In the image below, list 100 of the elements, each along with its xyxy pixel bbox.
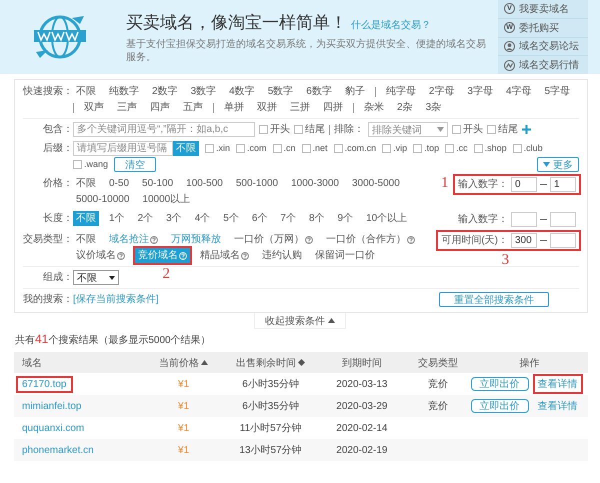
filter-option[interactable]: 纯字母 xyxy=(382,84,419,99)
checkbox[interactable] xyxy=(272,144,282,153)
checkbox[interactable] xyxy=(259,125,268,134)
filter-option[interactable]: 10000以上 xyxy=(139,192,194,207)
checkbox[interactable] xyxy=(474,144,483,153)
checkbox[interactable] xyxy=(294,125,303,134)
side-link[interactable]: 委托购买 xyxy=(519,20,559,35)
checkbox-label: .shop xyxy=(484,142,507,155)
filter-option[interactable]: 纯数字 xyxy=(106,84,142,99)
filter-option[interactable]: 三声 xyxy=(114,100,140,115)
checkbox[interactable] xyxy=(445,144,454,153)
filter-option[interactable]: 2个 xyxy=(134,211,156,226)
filter-option[interactable]: 杂米 xyxy=(361,100,387,115)
filter-option[interactable]: 不限 xyxy=(73,232,99,247)
filter-option[interactable]: 双声 xyxy=(81,100,107,115)
filter-option[interactable]: 2字母 xyxy=(426,84,458,99)
filter-option[interactable]: 10个以上 xyxy=(363,211,410,226)
side-link[interactable]: 我要卖域名 xyxy=(519,2,569,16)
checkbox[interactable] xyxy=(205,144,214,153)
number-field[interactable]: 1 xyxy=(550,177,576,192)
filter-option[interactable]: 单拼 xyxy=(221,100,247,115)
filter-option[interactable]: 6个 xyxy=(248,211,270,226)
filter-label: 包含： xyxy=(42,122,73,137)
filter-option[interactable]: 0-50 xyxy=(106,176,132,191)
filter-label: 我的搜索： xyxy=(23,292,73,307)
filter-option[interactable]: 50-100 xyxy=(139,176,176,191)
filter-option[interactable]: 6数字 xyxy=(303,84,335,99)
table-cell-text: 11小时57分钟 xyxy=(238,422,302,435)
suffix-field[interactable]: 请填写后缀用逗号隔 xyxy=(73,141,173,156)
checkbox[interactable] xyxy=(73,160,82,169)
checkbox[interactable] xyxy=(512,144,522,153)
number-field[interactable] xyxy=(550,233,576,248)
number-field[interactable] xyxy=(550,212,576,227)
checkbox[interactable] xyxy=(236,144,246,153)
filter-option[interactable]: 2杂 xyxy=(394,100,416,115)
checkbox[interactable] xyxy=(487,125,496,134)
side-link[interactable]: 域名交易行情 xyxy=(519,58,579,72)
checkbox-label: .vip xyxy=(393,142,408,155)
person-icon xyxy=(504,40,515,52)
table-cell-text: ¥1 xyxy=(177,422,190,434)
filter-option[interactable]: 违约认购 xyxy=(259,248,305,263)
exclude-dropdown[interactable]: 排除关键词 xyxy=(368,122,448,137)
filter-option[interactable]: 7个 xyxy=(277,211,299,226)
number-field[interactable]: 0 xyxy=(511,177,537,192)
filter-option[interactable]: 一口价（合作方） xyxy=(323,232,418,247)
filter-option[interactable]: 一口价（万网） xyxy=(231,232,316,247)
checkbox[interactable] xyxy=(382,144,392,153)
filter-option[interactable]: 四声 xyxy=(147,100,173,115)
filter-option[interactable]: 5个 xyxy=(220,211,242,226)
filter-option[interactable]: 双拼 xyxy=(254,100,280,115)
filter-option[interactable]: 议价域名 xyxy=(73,248,128,263)
help-icon xyxy=(305,236,313,244)
composition-select[interactable]: 不限 xyxy=(73,270,119,285)
filter-option[interactable]: 精品域名 xyxy=(197,248,252,263)
checkbox[interactable] xyxy=(334,144,343,153)
table-cell-text: 6小时35分钟 xyxy=(241,400,300,413)
page-subtitle: 基于支付宝担保交易打造的域名交易系统，为买卖双方提供安全、便捷的域名交易服务。 xyxy=(126,38,487,64)
filter-option[interactable]: 2数字 xyxy=(149,84,181,99)
filter-option[interactable]: 4个 xyxy=(192,211,214,226)
filter-option[interactable]: 5000-10000 xyxy=(73,192,132,207)
filter-option[interactable]: 500-1000 xyxy=(232,176,282,191)
checkbox[interactable] xyxy=(413,144,422,153)
number-field[interactable] xyxy=(511,212,537,227)
filter-option[interactable]: 3000-5000 xyxy=(348,176,403,191)
caret-icon xyxy=(437,127,444,132)
result-summary: 共有41个搜索结果（最多显示5000个结果） xyxy=(15,332,212,347)
filter-option[interactable]: 豹子 xyxy=(342,84,368,99)
filter-option[interactable]: 3杂 xyxy=(422,100,444,115)
filter-option[interactable]: 不限 xyxy=(73,176,99,191)
table-cell-text: 2020-02-19 xyxy=(335,444,388,456)
filter-label: 快速搜索： xyxy=(23,84,73,99)
filter-option[interactable]: 三拼 xyxy=(287,100,313,115)
filter-option[interactable]: 3数字 xyxy=(188,84,220,99)
filter-option[interactable]: 1个 xyxy=(106,211,128,226)
table-cell-text: 2020-03-13 xyxy=(335,378,388,390)
checkbox-label: 结尾 xyxy=(498,122,518,137)
filter-option[interactable]: 1000-3000 xyxy=(288,176,342,191)
help-icon xyxy=(179,252,187,260)
filter-option[interactable]: 5字母 xyxy=(542,84,574,99)
filter-option[interactable]: 4数字 xyxy=(226,84,258,99)
filter-option[interactable]: 保留词一口价 xyxy=(312,248,378,263)
filter-option[interactable]: 5数字 xyxy=(264,84,296,99)
filter-label: 排除： xyxy=(334,122,364,137)
filter-option[interactable]: 五声 xyxy=(180,100,206,115)
filter-option[interactable]: 9个 xyxy=(334,211,356,226)
filter-option[interactable]: 四拼 xyxy=(320,100,346,115)
filter-option[interactable]: 4字母 xyxy=(502,84,534,99)
keyword-field[interactable]: 多个关键词用逗号“,”隔开：如a,b,c xyxy=(73,122,255,137)
side-link[interactable]: 域名交易论坛 xyxy=(519,39,579,54)
filter-option[interactable]: 100-500 xyxy=(183,176,226,191)
checkbox[interactable] xyxy=(452,125,461,134)
table-cell-text: ¥1 xyxy=(177,378,190,390)
checkbox[interactable] xyxy=(302,144,311,153)
filter-option[interactable]: 8个 xyxy=(306,211,328,226)
filter-option[interactable]: 不限 xyxy=(73,84,99,99)
filter-option[interactable]: 3个 xyxy=(163,211,185,226)
help-icon xyxy=(241,252,249,260)
filter-option[interactable]: 3字母 xyxy=(464,84,496,99)
number-field[interactable]: 300 xyxy=(511,233,537,248)
collapse-tab[interactable]: 收起搜索条件 xyxy=(254,313,346,329)
